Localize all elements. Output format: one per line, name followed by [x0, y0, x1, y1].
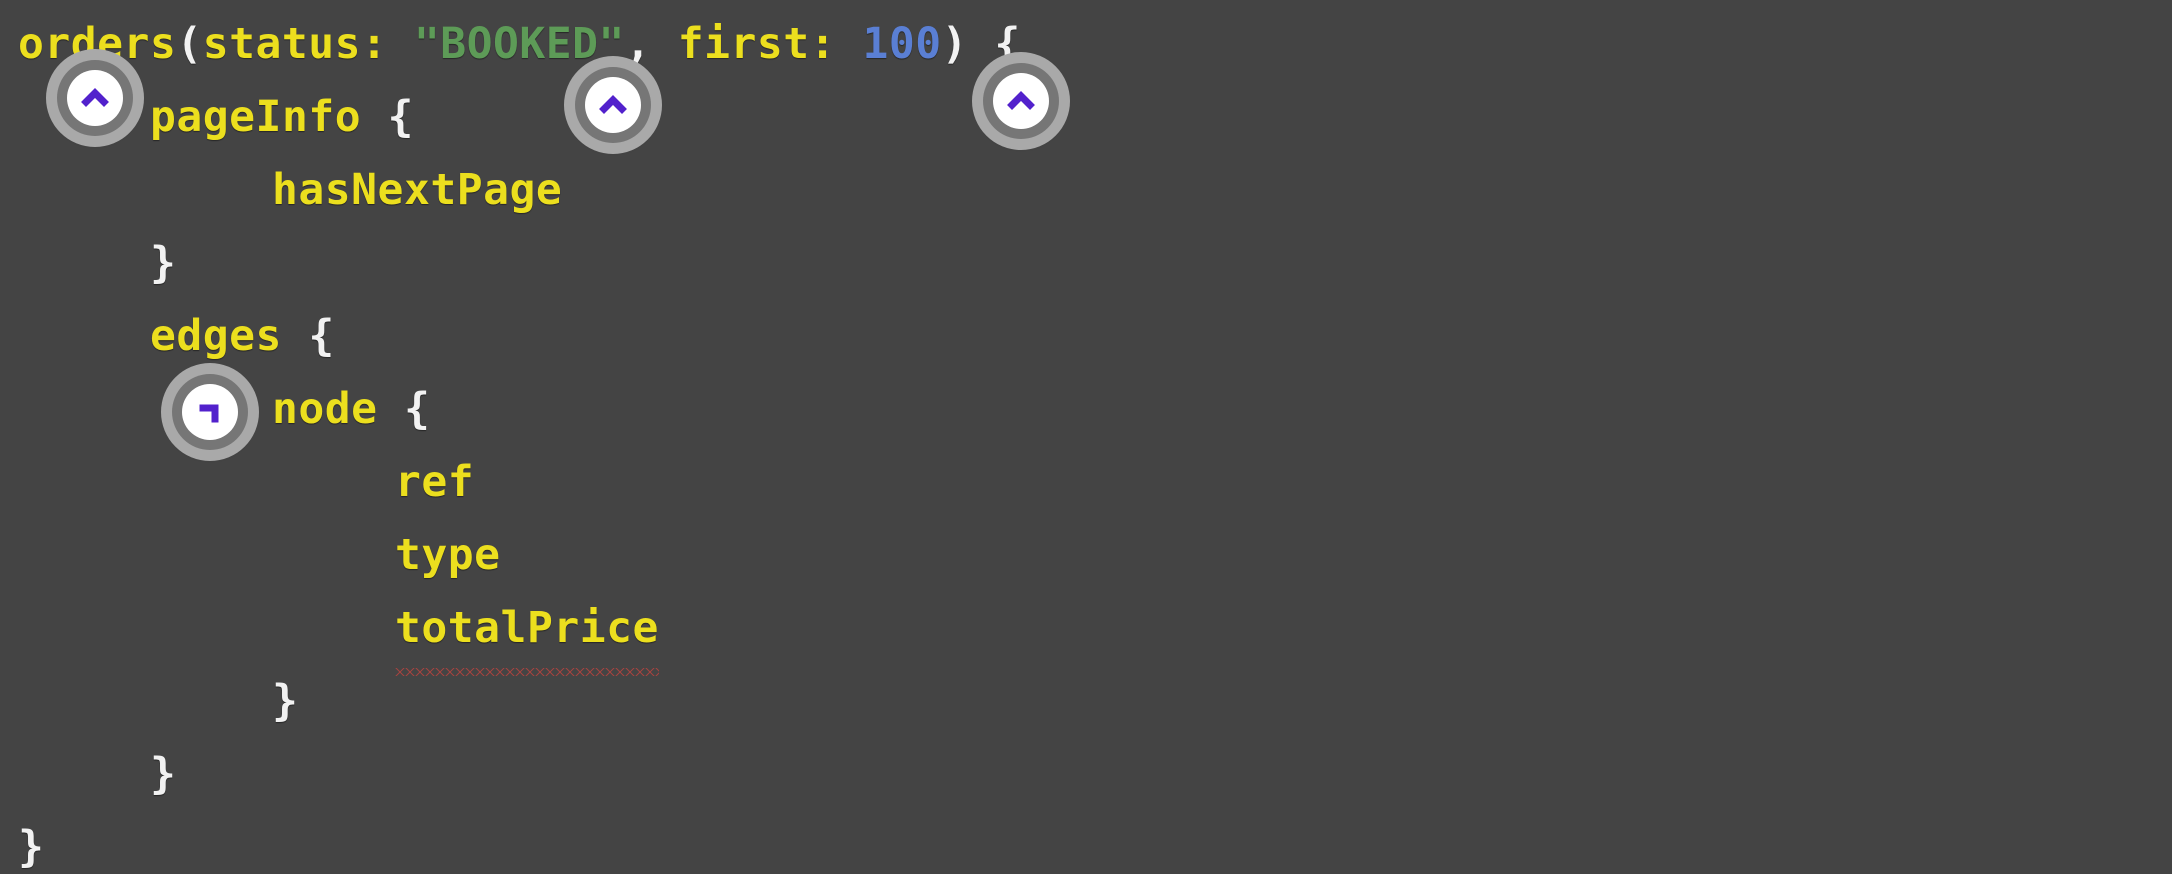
code-token-punct: (: [176, 19, 203, 69]
code-token-punct: {: [361, 92, 414, 142]
code-token-punct: {: [377, 384, 431, 434]
chevron-up-icon[interactable]: [67, 70, 123, 126]
code-token-punct: ,: [624, 19, 678, 69]
code-token-punct: [387, 19, 413, 69]
chevron-up-icon: [80, 83, 110, 113]
code-token-field: type: [395, 530, 501, 580]
code-token-field: edges: [150, 311, 282, 361]
code-line[interactable]: orders(status: "BOOKED", first: 100) {: [0, 8, 1021, 81]
code-line[interactable]: edges {: [0, 300, 335, 373]
code-token-field: totalPrice: [395, 603, 659, 653]
code-token-field: node: [272, 384, 378, 434]
code-token-string: "BOOKED": [413, 19, 625, 69]
code-line[interactable]: }: [0, 665, 298, 738]
code-token-punct: ) {: [941, 19, 1021, 69]
code-token-arg: first:: [677, 19, 837, 69]
code-token-field: orders: [18, 19, 177, 69]
chevron-up-icon[interactable]: [585, 77, 641, 133]
code-token-number: 100: [862, 19, 942, 69]
code-line[interactable]: }: [0, 738, 176, 811]
spellcheck-error-underline: totalPrice: [395, 592, 659, 676]
code-token-field: ref: [395, 457, 475, 507]
chevron-up-icon[interactable]: [993, 73, 1049, 129]
code-line[interactable]: ref: [0, 446, 474, 519]
chevron-up-icon: [598, 90, 628, 120]
chevron-corner-icon: [195, 397, 225, 427]
code-token-punct: }: [18, 822, 45, 872]
chevron-up-icon: [1006, 86, 1036, 116]
code-token-field: hasNextPage: [272, 165, 563, 215]
code-token-punct: }: [150, 749, 177, 799]
code-token-punct: }: [150, 238, 177, 288]
code-line[interactable]: hasNextPage: [0, 154, 562, 227]
code-token-punct: {: [281, 311, 335, 361]
code-token-field: pageInfo: [150, 92, 362, 142]
code-token-arg: status:: [202, 19, 388, 69]
chevron-corner-icon[interactable]: [182, 384, 238, 440]
code-token-punct: [836, 19, 862, 69]
screenshot-root: orders(status: "BOOKED", first: 100) {pa…: [0, 0, 2172, 874]
graphql-query-editor[interactable]: orders(status: "BOOKED", first: 100) {pa…: [0, 0, 2172, 874]
code-line[interactable]: pageInfo {: [0, 81, 414, 154]
code-line[interactable]: }: [0, 227, 176, 300]
code-token-punct: }: [272, 676, 299, 726]
code-line[interactable]: totalPrice: [0, 592, 659, 676]
code-line[interactable]: }: [0, 811, 44, 874]
code-line[interactable]: type: [0, 519, 501, 592]
